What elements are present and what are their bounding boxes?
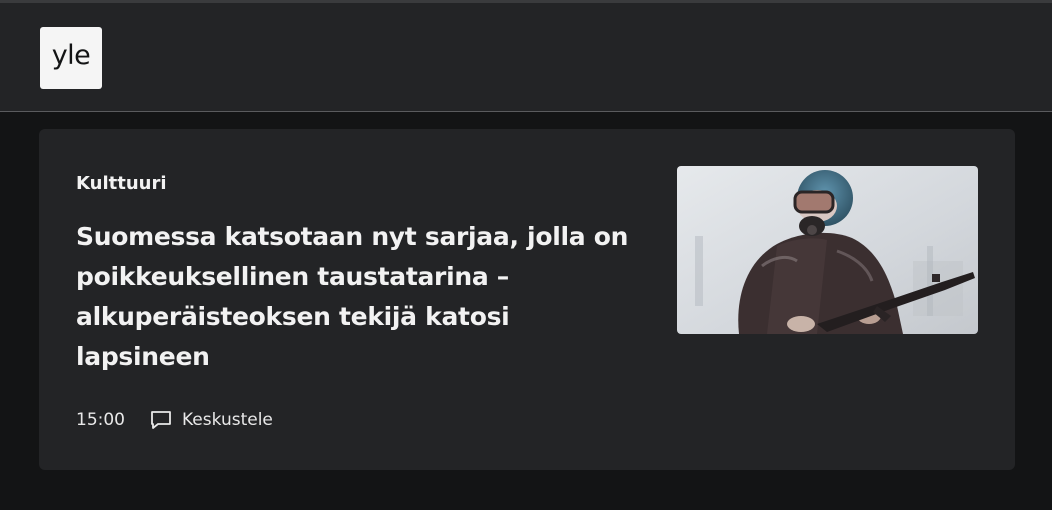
article-meta: 15:00 Keskustele	[76, 407, 273, 433]
article-card[interactable]: Kulttuuri Suomessa katsotaan nyt sarjaa,…	[39, 129, 1015, 470]
site-header: yle	[0, 0, 1052, 112]
article-thumbnail[interactable]	[677, 166, 978, 334]
comment-bubble-icon	[149, 408, 173, 432]
article-headline[interactable]: Suomessa katsotaan nyt sarjaa, jolla on …	[76, 217, 636, 377]
article-category[interactable]: Kulttuuri	[76, 173, 167, 194]
discuss-label: Keskustele	[182, 410, 273, 430]
discuss-link[interactable]: Keskustele	[149, 408, 273, 432]
thumbnail-photo	[677, 166, 978, 334]
yle-logo[interactable]: yle	[40, 27, 102, 89]
article-time: 15:00	[76, 410, 125, 430]
